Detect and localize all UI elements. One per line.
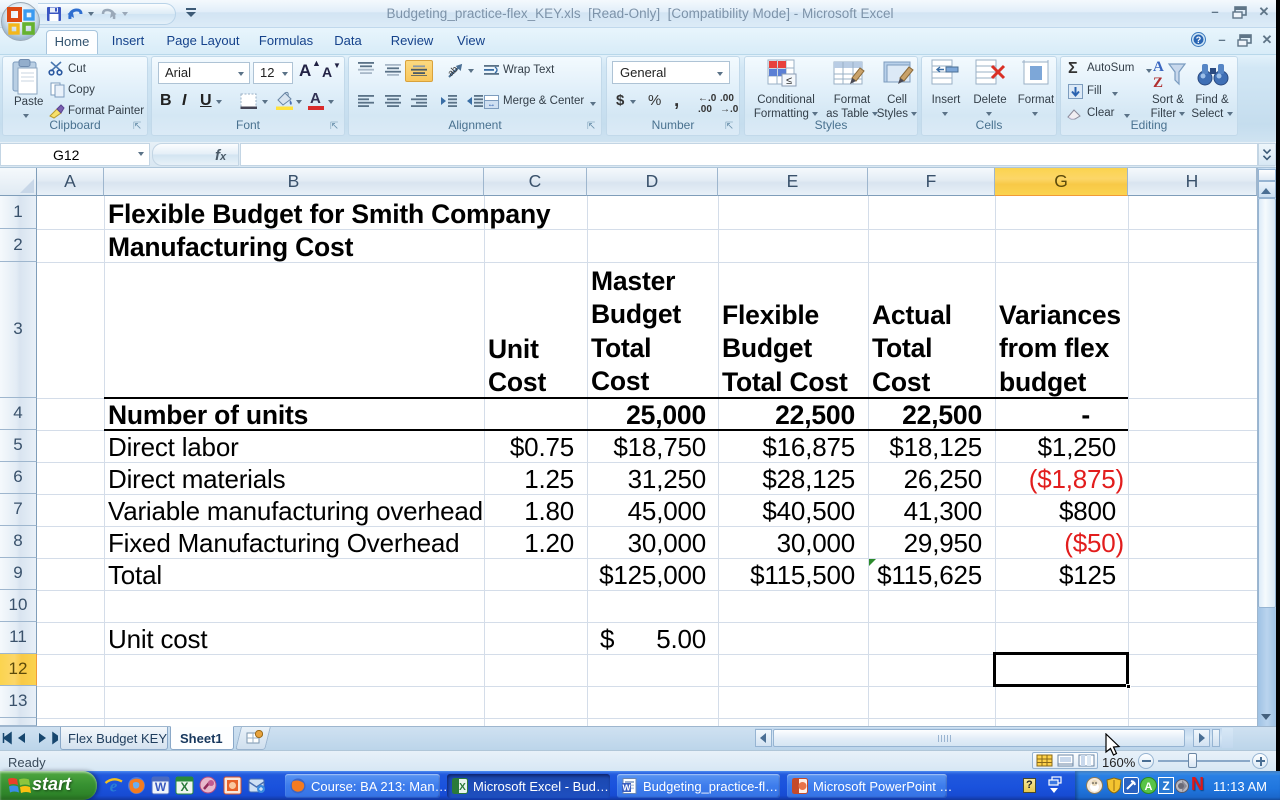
- svg-text:?: ?: [1196, 35, 1202, 45]
- svg-text:W: W: [155, 780, 167, 794]
- svg-text:≤: ≤: [786, 75, 792, 87]
- svg-text:A: A: [1153, 59, 1164, 75]
- svg-text:W: W: [622, 783, 631, 793]
- svg-text:↔: ↔: [488, 100, 496, 109]
- svg-text:X: X: [180, 780, 188, 794]
- svg-text:X: X: [459, 782, 466, 793]
- svg-text:A: A: [1145, 781, 1153, 793]
- svg-text:Z: Z: [1162, 779, 1169, 793]
- svg-text:Z: Z: [1153, 75, 1163, 90]
